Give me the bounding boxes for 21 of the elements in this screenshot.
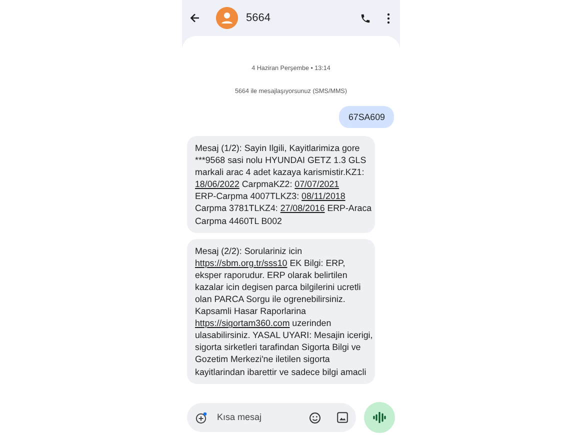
received-message: Mesaj (1/2): Sayin Ilgili, Kayitlarimiza gore ***9568 sasi nolu HYUNDAI GETZ 1.3 GLS markali arac 4 adet kazaya karismistir.KZ1: 18/06/2022 CarpmaKZ2: 07/07/2021 ERP-Carpma 4007TLKZ3: 08/11/2018 Carpma 3781TLKZ4: 27/08/2016 ERP-Araca Carpma 4460TL B002	[187, 136, 375, 233]
more-options-icon[interactable]	[387, 12, 390, 24]
message-link[interactable]: 07/07/2021	[294, 179, 340, 190]
message-link[interactable]: 27/08/2016	[280, 203, 325, 214]
message-link[interactable]: https://sbm.org.tr/sss10	[195, 258, 288, 268]
contact-name: 5664	[246, 10, 270, 26]
back-icon[interactable]	[190, 13, 200, 23]
voice-button[interactable]	[364, 402, 395, 433]
waveform-icon	[373, 412, 386, 423]
add-icon[interactable]	[195, 412, 207, 424]
message-field[interactable]: Kısa mesaj	[187, 403, 356, 432]
message-link[interactable]: 08/11/2018	[302, 191, 346, 202]
sent-message: 67SA609	[339, 106, 394, 128]
message-link[interactable]: 18/06/2022	[195, 179, 240, 190]
message-link[interactable]: https://sigortam360.com	[195, 318, 290, 328]
phone-icon[interactable]	[360, 12, 371, 24]
emoji-icon[interactable]	[309, 412, 321, 424]
image-icon[interactable]	[337, 412, 348, 423]
message-input[interactable]: Kısa mesaj	[215, 410, 305, 426]
avatar-icon	[216, 7, 238, 29]
received-message: Mesaj (2/2): Sorulariniz icin https://sbm.org.tr/sss10 EK Bilgi: ERP, eksper raporudur. ERP olarak belirtilen kazalar icin degisen parca bilgilerini ucretli olan PARCA Sorgu ile ogrenebilirsiniz. Kapsamli Hasar Raporlarina https://sigortam360.com uzerinden ulasabilirsiniz. YASAL UYARI: Mesajin icerigi, sigorta sirketleri tarafindan Sigorta Bilgi ve Gozetim Merkezi'ne iletilen sigorta kayitlarindan ibarettir ve sadece bilgi amacli	[187, 238, 375, 384]
